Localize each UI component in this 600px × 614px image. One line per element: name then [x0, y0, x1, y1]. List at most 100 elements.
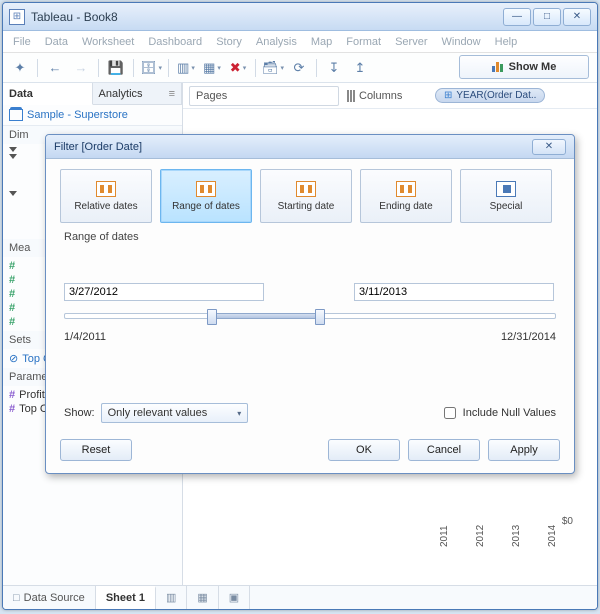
slider-fill — [212, 313, 320, 319]
menu-format[interactable]: Format — [346, 36, 381, 48]
start-icon[interactable]: ✦ — [9, 57, 31, 79]
new-worksheet-icon: ▥ — [166, 591, 176, 604]
tab-analytics-menu-icon: ≡ — [169, 88, 175, 100]
x-tick: 2012 — [475, 535, 491, 547]
reset-button[interactable]: Reset — [60, 439, 132, 461]
show-me-button[interactable]: Show Me — [459, 55, 589, 79]
slider-handle-start[interactable] — [207, 309, 217, 325]
expand-icon[interactable] — [9, 154, 17, 159]
close-button[interactable]: ✕ — [563, 8, 591, 26]
menu-story[interactable]: Story — [216, 36, 242, 48]
number-icon: # — [9, 288, 15, 300]
tab-ending-date[interactable]: Ending date — [360, 169, 452, 223]
menu-map[interactable]: Map — [311, 36, 332, 48]
menu-window[interactable]: Window — [442, 36, 481, 48]
expand-icon[interactable] — [9, 191, 17, 196]
parameter-icon: # — [9, 403, 15, 415]
x-axis: 2011 2012 2013 2014 — [183, 533, 581, 549]
tab-label: Special — [490, 201, 523, 212]
tab-data[interactable]: Data — [3, 83, 93, 105]
minimize-button[interactable]: — — [503, 8, 531, 26]
titlebar: ⊞ Tableau - Book8 — □ ✕ — [3, 3, 597, 31]
expand-pill-icon: ⊞ — [444, 90, 452, 101]
special-icon — [496, 181, 516, 197]
columns-shelf[interactable]: ⊞ YEAR(Order Dat.. — [435, 88, 591, 103]
include-null-checkbox[interactable]: Include Null Values — [440, 404, 556, 422]
toolbar-separator — [168, 59, 169, 77]
tab-range-of-dates[interactable]: Range of dates — [160, 169, 252, 223]
new-worksheet-button[interactable]: ▥ — [156, 586, 187, 609]
starting-date-icon — [296, 181, 316, 197]
menu-worksheet[interactable]: Worksheet — [82, 36, 134, 48]
menu-server[interactable]: Server — [395, 36, 427, 48]
back-icon[interactable]: ← — [44, 57, 66, 79]
datasource-row[interactable]: Sample - Superstore — [3, 105, 182, 126]
datasource-icon[interactable]: 🗄 — [140, 57, 162, 79]
show-dropdown-row: Show: Only relevant values Include Null … — [64, 403, 556, 423]
forward-icon[interactable]: → — [70, 57, 92, 79]
x-tick: 2014 — [547, 535, 563, 547]
database-icon — [9, 109, 23, 121]
tab-label: Relative dates — [74, 201, 137, 212]
datasource-name: Sample - Superstore — [27, 109, 128, 121]
maximize-button[interactable]: □ — [533, 8, 561, 26]
sheet-tabs: □ Data Source Sheet 1 ▥ ▦ ▣ — [3, 585, 597, 609]
datasource-tab-icon: □ — [13, 592, 20, 604]
app-icon: ⊞ — [9, 9, 25, 25]
tab-datasource[interactable]: □ Data Source — [3, 586, 96, 609]
new-dashboard-button[interactable]: ▦ — [187, 586, 218, 609]
menu-analysis[interactable]: Analysis — [256, 36, 297, 48]
slider-range-labels: 1/4/2011 12/31/2014 — [64, 331, 556, 343]
sort-asc-icon[interactable]: ↧ — [323, 57, 345, 79]
toolbar: ✦ ← → 💾 🗄 ▥ ▦ ✖ 🗃 ⟳ ↧ ↥ Show Me — [3, 53, 597, 83]
tab-relative-dates[interactable]: Relative dates — [60, 169, 152, 223]
tab-sheet1[interactable]: Sheet 1 — [96, 586, 156, 609]
expand-icon[interactable] — [9, 147, 17, 152]
filter-subheading: Range of dates — [64, 231, 556, 243]
cancel-button[interactable]: Cancel — [408, 439, 480, 461]
tab-starting-date[interactable]: Starting date — [260, 169, 352, 223]
show-values-dropdown[interactable]: Only relevant values — [101, 403, 249, 423]
panel-tabs: Data Analytics ≡ — [3, 83, 182, 105]
new-dashboard-icon: ▦ — [197, 591, 207, 604]
relative-dates-icon — [96, 181, 116, 197]
toolbar-separator — [255, 59, 256, 77]
tab-analytics[interactable]: Analytics ≡ — [93, 83, 183, 105]
number-icon: # — [9, 260, 15, 272]
columns-icon — [347, 90, 355, 102]
tab-special[interactable]: Special — [460, 169, 552, 223]
ok-button[interactable]: OK — [328, 439, 400, 461]
dialog-close-button[interactable]: ✕ — [532, 139, 566, 155]
sheet-tab-label: Sheet 1 — [106, 592, 145, 604]
ending-date-icon — [396, 181, 416, 197]
range-min-label: 1/4/2011 — [64, 331, 106, 343]
column-pill-year[interactable]: ⊞ YEAR(Order Dat.. — [435, 88, 545, 103]
apply-button[interactable]: Apply — [488, 439, 560, 461]
slider-handle-end[interactable] — [315, 309, 325, 325]
menu-dashboard[interactable]: Dashboard — [148, 36, 202, 48]
new-story-icon: ▣ — [229, 591, 239, 604]
refresh-icon[interactable]: ⟳ — [288, 57, 310, 79]
menu-help[interactable]: Help — [495, 36, 518, 48]
menu-data[interactable]: Data — [45, 36, 68, 48]
app-window: ⊞ Tableau - Book8 — □ ✕ File Data Worksh… — [2, 2, 598, 610]
swap-icon[interactable]: ▦ — [201, 57, 223, 79]
x-tick: 2011 — [439, 535, 455, 547]
save-icon[interactable]: 💾 — [105, 57, 127, 79]
clear-icon[interactable]: ✖ — [227, 57, 249, 79]
sort-desc-icon[interactable]: ↥ — [349, 57, 371, 79]
start-date-input[interactable] — [64, 283, 264, 301]
tab-label: Starting date — [278, 201, 335, 212]
date-range-slider[interactable] — [64, 307, 556, 327]
pages-shelf[interactable]: Pages — [189, 86, 339, 106]
tab-data-label: Data — [9, 88, 33, 100]
group-icon[interactable]: 🗃 — [262, 57, 284, 79]
datasource-tab-label: Data Source — [24, 592, 85, 604]
end-date-input[interactable] — [354, 283, 554, 301]
auto-update-icon[interactable]: ▥ — [175, 57, 197, 79]
tab-analytics-label: Analytics — [99, 88, 143, 100]
include-null-input[interactable] — [444, 407, 456, 419]
columns-text: Columns — [359, 90, 402, 102]
new-story-button[interactable]: ▣ — [219, 586, 250, 609]
menu-file[interactable]: File — [13, 36, 31, 48]
